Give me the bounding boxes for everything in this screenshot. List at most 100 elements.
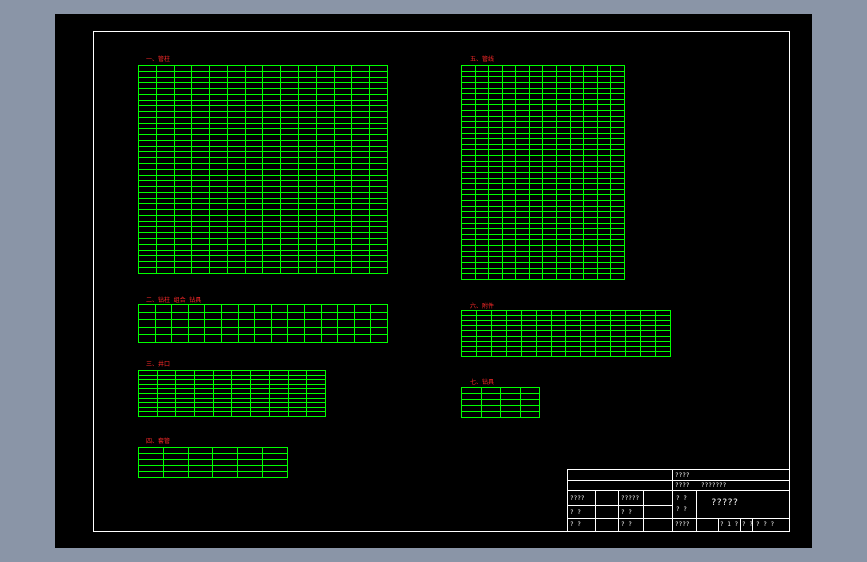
table-cell: [220, 334, 239, 343]
table-cell: [220, 319, 239, 328]
table-cell: [187, 304, 206, 313]
table-cell: [303, 334, 322, 343]
table-cell: [262, 266, 282, 274]
table-cell: [528, 273, 544, 280]
table-cell: [353, 311, 372, 321]
table-cell: [175, 411, 196, 417]
table-cell: [171, 319, 189, 328]
table-cell: [303, 304, 322, 313]
title-cell: ? ? ?: [756, 521, 775, 528]
table-cell: [370, 311, 388, 321]
table-cell: [270, 334, 289, 343]
table-cell: [138, 304, 156, 313]
table-cell: [542, 273, 558, 280]
section-heading-1: 一、管柱: [146, 56, 171, 63]
table-cell: [370, 304, 388, 313]
table-cell: [320, 326, 339, 336]
table-cell: [303, 319, 322, 328]
table-cell: [550, 350, 567, 357]
drill-string-table: [138, 304, 388, 343]
wellhead-table: [138, 370, 326, 417]
title-cell: ? ?: [570, 509, 581, 516]
table-cell: [171, 334, 189, 343]
title-cell: ? ?: [676, 506, 687, 513]
table-cell: [270, 304, 289, 313]
title-cell: ????: [675, 521, 690, 528]
table-cell: [353, 319, 372, 328]
table-cell: [370, 334, 388, 343]
table-cell: [254, 334, 272, 343]
table-cell: [520, 350, 537, 357]
section-heading-4: 四、套管: [146, 438, 171, 445]
drawing-sheet: 一、管柱 二、钻柱 组合 钻具 三、井口 四、套管 五、管线 六、附件 七、钻具…: [55, 14, 812, 548]
table-cell: [204, 326, 222, 336]
table-cell: [156, 411, 177, 417]
table-cell: [287, 311, 305, 321]
table-cell: [287, 411, 308, 417]
title-cell: ? ?: [621, 521, 632, 528]
table-cell: [237, 326, 256, 336]
table-cell: [220, 326, 239, 336]
table-cell: [287, 304, 305, 313]
table-cell: [187, 319, 206, 328]
title-cell: ? ?: [570, 521, 581, 528]
table-cell: [270, 326, 289, 336]
accessory-table: [461, 309, 672, 357]
table-cell: [580, 350, 597, 357]
table-cell: [500, 411, 521, 418]
table-cell: [171, 326, 189, 336]
table-cell: [209, 266, 228, 274]
table-cell: [595, 350, 612, 357]
table-cell: [220, 311, 239, 321]
table-cell: [171, 304, 189, 313]
table-cell: [303, 311, 322, 321]
table-cell: [154, 326, 173, 336]
table-cell: [237, 319, 256, 328]
table-cell: [333, 266, 353, 274]
table-cell: [187, 311, 206, 321]
table-cell: [231, 411, 252, 417]
title-cell: ????: [675, 472, 690, 479]
title-cell: ? ?: [676, 495, 687, 502]
section-heading-2: 二、钻柱 组合 钻具: [146, 297, 202, 304]
table-cell: [237, 334, 256, 343]
table-cell: [270, 311, 289, 321]
table-cell: [370, 319, 388, 328]
table-cell: [155, 266, 175, 274]
table-cell: [262, 471, 288, 478]
drawing-title: ?????: [711, 498, 739, 508]
title-cell: ????: [570, 495, 585, 502]
table-cell: [337, 311, 355, 321]
table-cell: [237, 304, 256, 313]
table-cell: [298, 266, 317, 274]
table-cell: [490, 350, 507, 357]
table-cell: [474, 273, 490, 280]
table-cell: [138, 311, 156, 321]
table-cell: [138, 319, 156, 328]
table-cell: [315, 266, 335, 274]
table-cell: [654, 350, 672, 357]
table-cell: [187, 326, 206, 336]
table-cell: [569, 273, 585, 280]
table-cell: [237, 471, 264, 478]
table-cell: [640, 350, 656, 357]
section-heading-6: 六、附件: [470, 303, 495, 310]
table-cell: [154, 334, 173, 343]
pipe-table: [138, 65, 388, 274]
table-cell: [154, 311, 173, 321]
table-cell: [353, 326, 372, 336]
table-cell: [138, 266, 157, 274]
table-cell: [320, 319, 339, 328]
title-cell: ????: [675, 482, 690, 489]
table-cell: [610, 350, 627, 357]
table-cell: [204, 304, 222, 313]
table-cell: [154, 319, 173, 328]
title-cell: ? ?: [621, 509, 632, 516]
table-cell: [171, 311, 189, 321]
table-cell: [270, 319, 289, 328]
table-cell: [187, 471, 214, 478]
table-cell: [212, 471, 239, 478]
table-cell: [461, 350, 477, 357]
table-cell: [370, 326, 388, 336]
table-cell: [320, 334, 339, 343]
